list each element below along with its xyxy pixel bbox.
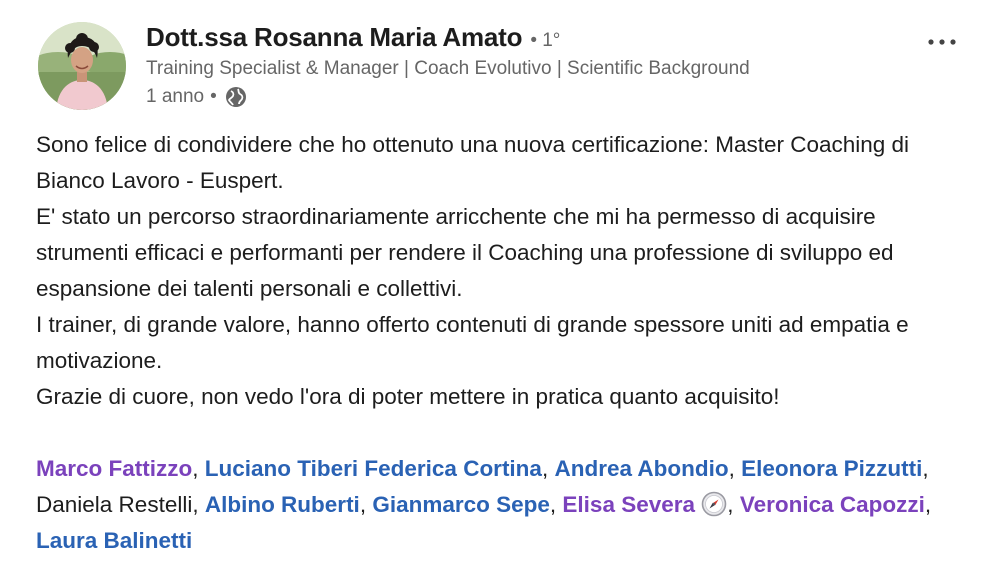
author-avatar[interactable] [38, 22, 126, 110]
connection-degree: • 1° [530, 30, 561, 51]
author-info: Dott.ssa Rosanna Maria Amato • 1° Traini… [146, 22, 894, 109]
mention-luciano-tiberi-federica-cortina[interactable]: Luciano Tiberi Federica Cortina [205, 456, 542, 481]
mention-albino-ruberti[interactable]: Albino Ruberti [205, 492, 360, 517]
author-name[interactable]: Dott.ssa Rosanna Maria Amato [146, 22, 523, 53]
author-name-row: Dott.ssa Rosanna Maria Amato • 1° [146, 22, 894, 56]
tag-separator: , [924, 492, 932, 517]
more-options-button[interactable] [920, 28, 964, 56]
mention-marco-fattizzo[interactable]: Marco Fattizzo [36, 456, 192, 481]
tagged-people: Marco Fattizzo, Luciano Tiberi Federica … [36, 451, 944, 559]
post-paragraph: Sono felice di condividere che ho ottenu… [36, 132, 910, 193]
tag-separator: , [192, 456, 205, 481]
compass-icon [701, 491, 727, 517]
mention-gianmarco-sepe[interactable]: Gianmarco Sepe [372, 492, 550, 517]
mention-andrea-abondio[interactable]: Andrea Abondio [554, 456, 728, 481]
post-paragraph: I trainer, di grande valore, hanno offer… [36, 312, 909, 373]
post-header: Dott.ssa Rosanna Maria Amato • 1° Traini… [38, 22, 964, 118]
author-headline: Training Specialist & Manager | Coach Ev… [146, 58, 750, 79]
globe-icon [225, 86, 247, 108]
post-time[interactable]: 1 anno [146, 86, 204, 108]
mention-laura-balinetti[interactable]: Laura Balinetti [36, 528, 192, 553]
mention-eleonora-pizzutti[interactable]: Eleonora Pizzutti [741, 456, 922, 481]
tag-separator: , [727, 492, 740, 517]
tag-separator: , [728, 456, 742, 481]
more-horizontal-icon [928, 39, 956, 45]
post-paragraph: E' stato un percorso straordinariamente … [36, 204, 894, 301]
post-text: Sono felice di condividere che ho ottenu… [36, 127, 944, 415]
avatar-image [38, 22, 126, 110]
post-card: Dott.ssa Rosanna Maria Amato • 1° Traini… [0, 0, 984, 570]
mention-veronica-capozzi[interactable]: Veronica Capozzi [740, 492, 925, 517]
post-meta: 1 anno • [146, 85, 894, 109]
mention-elisa-severa[interactable]: Elisa Severa [562, 492, 695, 517]
post-paragraph: Grazie di cuore, non vedo l'ora di poter… [36, 384, 780, 409]
meta-separator: • [210, 86, 217, 107]
tag-separator: , [541, 456, 555, 481]
tag-separator: , [359, 492, 373, 517]
tag-separator: , [549, 492, 563, 517]
